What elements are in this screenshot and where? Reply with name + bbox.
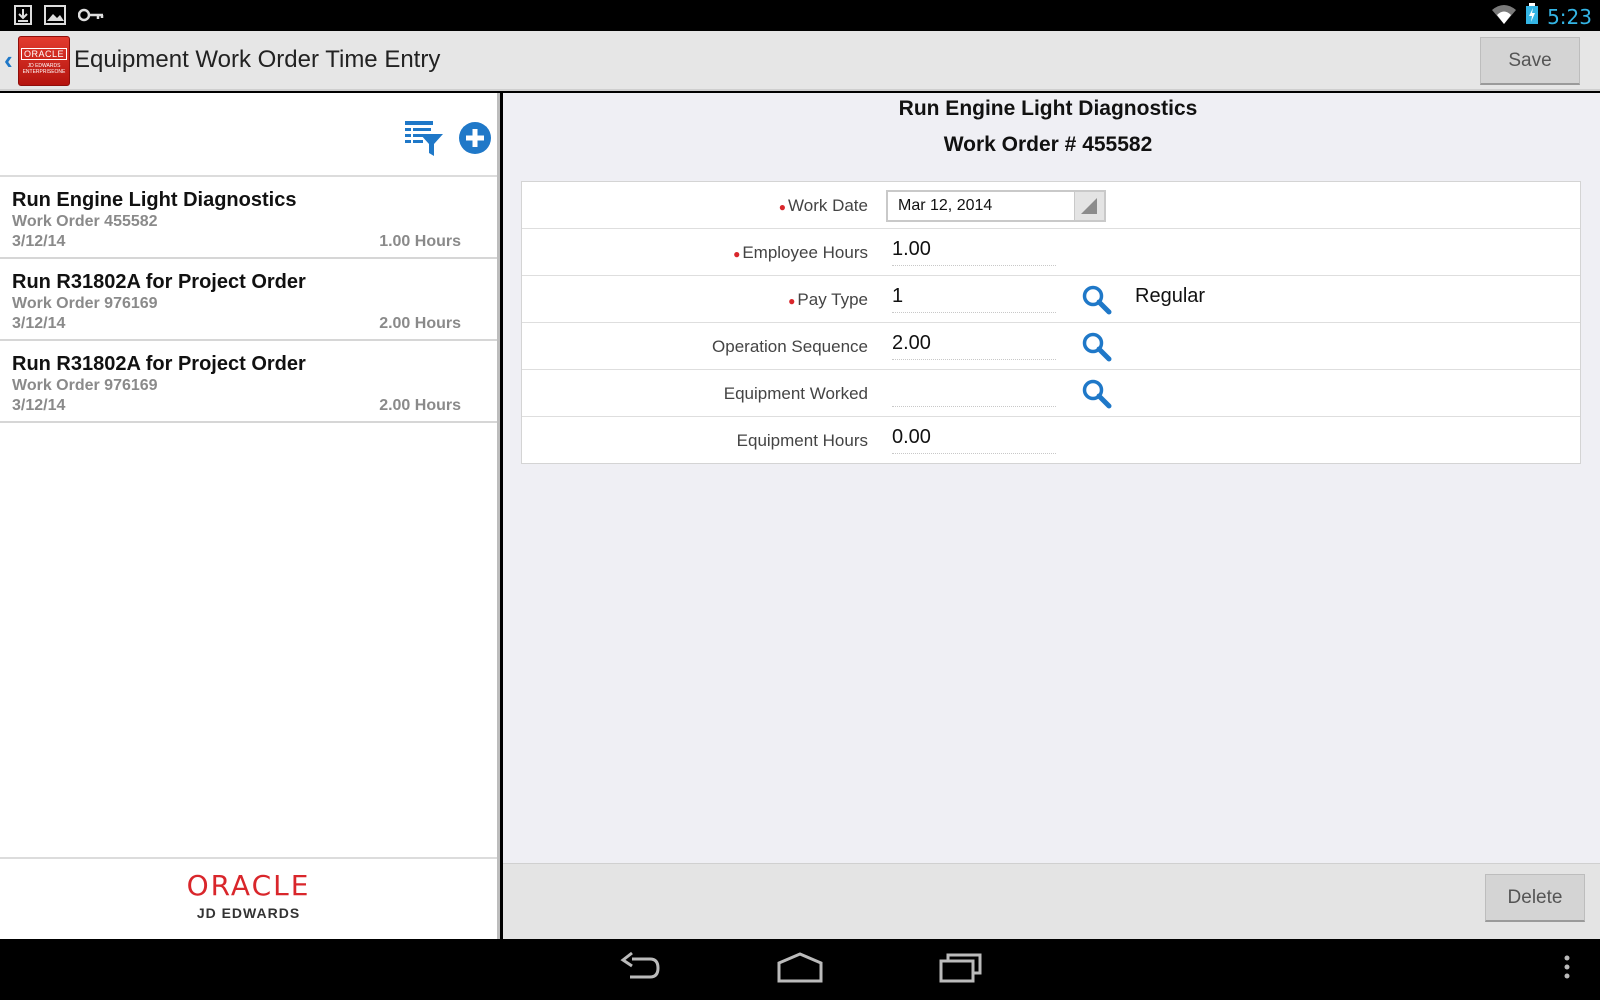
action-bar: ‹ ORACLE JD EDWARDS ENTERPRISEONE Equipm… — [0, 31, 1600, 91]
list-item[interactable]: Run Engine Light Diagnostics Work Order … — [0, 177, 497, 259]
list-item[interactable]: Run R31802A for Project Order Work Order… — [0, 259, 497, 341]
app-logo-sub2: ENTERPRISEONE — [22, 68, 66, 75]
detail-bottom-bar: Delete — [503, 863, 1600, 939]
list-item-title: Run R31802A for Project Order — [12, 353, 306, 375]
overflow-menu-icon[interactable] — [1562, 951, 1572, 990]
pay-type-description: Regular — [1135, 285, 1206, 307]
equipment-worked-input[interactable] — [892, 379, 1056, 407]
list-item[interactable]: Run R31802A for Project Order Work Order… — [0, 341, 497, 423]
app-logo-text: ORACLE — [20, 47, 67, 60]
employee-hours-row: ● Employee Hours 1.00 — [522, 229, 1580, 276]
jd-edwards-logo: JD EDWARDS — [196, 905, 301, 921]
save-button[interactable]: Save — [1480, 37, 1580, 85]
list-item-hours: 2.00 Hours — [379, 315, 461, 332]
work-date-label: ● Work Date — [778, 196, 868, 215]
employee-hours-input[interactable]: 1.00 — [892, 238, 1056, 266]
page-title: Equipment Work Order Time Entry — [74, 46, 441, 73]
equipment-hours-row: Equipment Hours 0.00 — [522, 417, 1580, 464]
back-chevron-icon[interactable]: ‹ — [4, 45, 13, 76]
system-nav-bar — [0, 939, 1600, 1000]
list-toolbar — [0, 93, 497, 177]
filter-icon[interactable] — [404, 119, 444, 162]
operation-sequence-input[interactable]: 2.00 — [892, 332, 1056, 360]
delete-button[interactable]: Delete — [1485, 874, 1585, 922]
work-date-value: Mar 12, 2014 — [898, 197, 993, 214]
list-item-hours: 2.00 Hours — [379, 397, 461, 414]
status-bar: 5:23 — [0, 0, 1600, 31]
time-entry-list-panel: Run Engine Light Diagnostics Work Order … — [0, 93, 500, 939]
wifi-icon — [1491, 3, 1517, 30]
list-item-date: 3/12/14 — [12, 233, 66, 250]
recent-apps-icon[interactable] — [938, 951, 984, 990]
list-item-date: 3/12/14 — [12, 315, 66, 332]
add-icon[interactable] — [458, 121, 492, 160]
required-marker: ● — [788, 294, 796, 308]
image-icon — [44, 5, 66, 30]
clock-time: 5:23 — [1547, 4, 1592, 29]
search-icon[interactable] — [1082, 285, 1112, 320]
equipment-worked-label: Equipment Worked — [723, 384, 868, 403]
list-item-hours: 1.00 Hours — [379, 233, 461, 250]
detail-panel: Run Engine Light Diagnostics Work Order … — [503, 93, 1600, 939]
key-icon — [77, 7, 104, 28]
dropdown-triangle-icon[interactable] — [1074, 192, 1104, 220]
oracle-logo: ORACLE — [186, 869, 311, 902]
equipment-worked-row: Equipment Worked — [522, 370, 1580, 417]
app-logo[interactable]: ORACLE JD EDWARDS ENTERPRISEONE — [18, 36, 70, 86]
detail-title: Run Engine Light Diagnostics — [898, 97, 1198, 120]
time-entry-list: Run Engine Light Diagnostics Work Order … — [0, 177, 497, 423]
employee-hours-label: ● Employee Hours — [733, 243, 868, 262]
list-item-work-order: Work Order 976169 — [12, 377, 158, 394]
download-icon — [14, 5, 32, 30]
work-date-row: ● Work Date Mar 12, 2014 — [522, 182, 1580, 229]
time-entry-form: ● Work Date Mar 12, 2014 ● Employee Hours … — [521, 181, 1581, 464]
required-marker: ● — [778, 200, 786, 214]
equipment-hours-label: Equipment Hours — [736, 431, 868, 450]
list-item-work-order: Work Order 455582 — [12, 213, 158, 230]
pay-type-input[interactable]: 1 — [892, 285, 1056, 313]
brand-footer: ORACLE JD EDWARDS — [0, 857, 497, 939]
list-item-title: Run Engine Light Diagnostics — [12, 189, 297, 211]
operation-sequence-label: Operation Sequence — [712, 337, 868, 356]
battery-charging-icon — [1525, 3, 1539, 30]
detail-work-order: Work Order # 455582 — [943, 133, 1153, 156]
pay-type-row: ● Pay Type 1 Regular — [522, 276, 1580, 323]
back-icon[interactable] — [618, 951, 662, 990]
operation-sequence-row: Operation Sequence 2.00 — [522, 323, 1580, 370]
search-icon[interactable] — [1082, 379, 1112, 414]
pay-type-label: ● Pay Type — [788, 290, 868, 309]
list-item-title: Run R31802A for Project Order — [12, 271, 306, 293]
required-marker: ● — [733, 247, 741, 261]
list-item-work-order: Work Order 976169 — [12, 295, 158, 312]
equipment-hours-input[interactable]: 0.00 — [892, 426, 1056, 454]
home-icon[interactable] — [776, 951, 824, 990]
list-item-date: 3/12/14 — [12, 397, 66, 414]
search-icon[interactable] — [1082, 332, 1112, 367]
work-date-picker[interactable]: Mar 12, 2014 — [886, 190, 1106, 222]
